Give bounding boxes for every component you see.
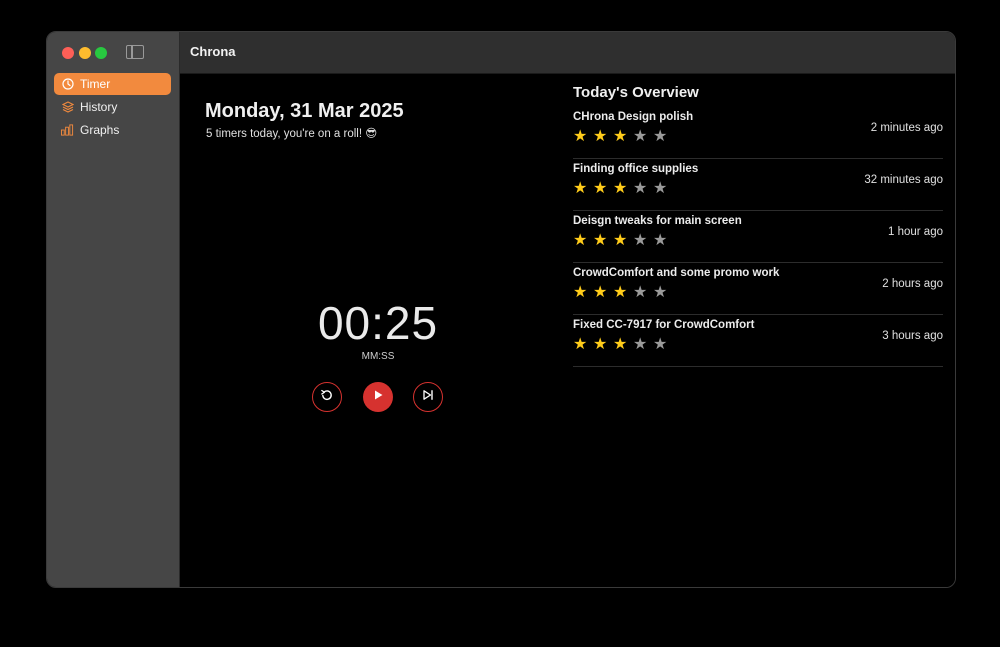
star-icon[interactable]: ★	[573, 180, 593, 198]
star-icon[interactable]: ★	[613, 284, 633, 302]
star-icon[interactable]: ★	[593, 336, 613, 354]
timer-unit-label: MM:SS	[361, 351, 395, 362]
skip-icon	[422, 388, 434, 406]
overview-list: CHrona Design polish 2 minutes ago ★ ★ ★ ★ ★ Fi…	[573, 107, 943, 367]
reset-icon	[320, 388, 334, 407]
close-window-button[interactable]	[62, 47, 74, 59]
sidebar-item-label: Timer	[80, 77, 111, 91]
star-icon[interactable]: ★	[653, 180, 673, 198]
sidebar-item-timer[interactable]: Timer	[54, 73, 171, 95]
star-icon[interactable]: ★	[613, 336, 633, 354]
star-rating[interactable]: ★ ★ ★ ★ ★	[573, 232, 673, 250]
play-button[interactable]	[363, 382, 393, 412]
main-content: Monday, 31 Mar 2025 5 timers today, you'…	[180, 74, 955, 587]
list-item[interactable]: Deisgn tweaks for main screen 1 hour ago ★…	[573, 211, 943, 263]
sidebar-item-label: Graphs	[80, 123, 120, 137]
star-icon[interactable]: ★	[573, 284, 593, 302]
star-icon[interactable]: ★	[573, 336, 593, 354]
window-title: Chrona	[190, 44, 236, 59]
summary-text: 5 timers today, you're on a roll! 😎	[206, 128, 378, 140]
skip-button[interactable]	[413, 382, 443, 412]
star-rating[interactable]: ★ ★ ★ ★ ★	[573, 284, 673, 302]
star-rating[interactable]: ★ ★ ★ ★ ★	[573, 336, 673, 354]
star-icon[interactable]: ★	[633, 284, 653, 302]
star-rating[interactable]: ★ ★ ★ ★ ★	[573, 180, 673, 198]
star-icon[interactable]: ★	[633, 232, 653, 250]
page-title: Monday, 31 Mar 2025	[205, 100, 404, 122]
task-name: Finding office supplies	[573, 163, 699, 175]
star-icon[interactable]: ★	[653, 284, 673, 302]
star-icon[interactable]: ★	[593, 232, 613, 250]
timer-icon	[61, 78, 74, 91]
reset-button[interactable]	[312, 382, 342, 412]
star-icon[interactable]: ★	[633, 180, 653, 198]
star-rating[interactable]: ★ ★ ★ ★ ★	[573, 128, 673, 146]
timer-display: 00:25	[317, 297, 439, 349]
star-icon[interactable]: ★	[653, 232, 673, 250]
task-time: 2 minutes ago	[870, 122, 943, 134]
layers-icon	[61, 101, 74, 114]
play-icon	[372, 388, 384, 406]
star-icon[interactable]: ★	[613, 128, 633, 146]
sidebar-item-history[interactable]: History	[54, 96, 171, 118]
star-icon[interactable]: ★	[653, 336, 673, 354]
star-icon[interactable]: ★	[653, 128, 673, 146]
task-name: CrowdComfort and some promo work	[573, 267, 780, 279]
task-time: 32 minutes ago	[864, 174, 943, 186]
star-icon[interactable]: ★	[593, 284, 613, 302]
zoom-window-button[interactable]	[95, 47, 107, 59]
sidebar-nav: Timer History Graphs	[54, 73, 171, 142]
overview-panel: Today's Overview CHrona Design polish 2 m…	[573, 84, 943, 367]
task-time: 1 hour ago	[888, 226, 943, 238]
sidebar: Timer History Graphs	[47, 32, 180, 587]
list-item[interactable]: Fixed CC-7917 for CrowdComfort 3 hours ag…	[573, 315, 943, 367]
list-item[interactable]: Finding office supplies 32 minutes ago ★ ★ ★…	[573, 159, 943, 211]
star-icon[interactable]: ★	[613, 180, 633, 198]
star-icon[interactable]: ★	[573, 128, 593, 146]
sidebar-item-graphs[interactable]: Graphs	[54, 119, 171, 141]
star-icon[interactable]: ★	[593, 180, 613, 198]
bar-chart-icon	[61, 124, 74, 137]
star-icon[interactable]: ★	[613, 232, 633, 250]
list-item[interactable]: CHrona Design polish 2 minutes ago ★ ★ ★ ★ ★	[573, 107, 943, 159]
star-icon[interactable]: ★	[633, 128, 653, 146]
star-icon[interactable]: ★	[633, 336, 653, 354]
list-item[interactable]: CrowdComfort and some promo work 2 hours …	[573, 263, 943, 315]
overview-title: Today's Overview	[573, 84, 699, 101]
app-window: Timer History Graphs Chrona Monday, 31 M…	[46, 31, 956, 588]
title-bar: Chrona	[180, 32, 955, 74]
sidebar-item-label: History	[80, 100, 118, 114]
task-name: Fixed CC-7917 for CrowdComfort	[573, 319, 755, 331]
task-time: 3 hours ago	[882, 330, 943, 342]
task-name: CHrona Design polish	[573, 111, 694, 123]
task-time: 2 hours ago	[882, 278, 943, 290]
task-name: Deisgn tweaks for main screen	[573, 215, 742, 227]
sidebar-toggle-icon[interactable]	[126, 45, 144, 59]
star-icon[interactable]: ★	[593, 128, 613, 146]
minimize-window-button[interactable]	[79, 47, 91, 59]
star-icon[interactable]: ★	[573, 232, 593, 250]
